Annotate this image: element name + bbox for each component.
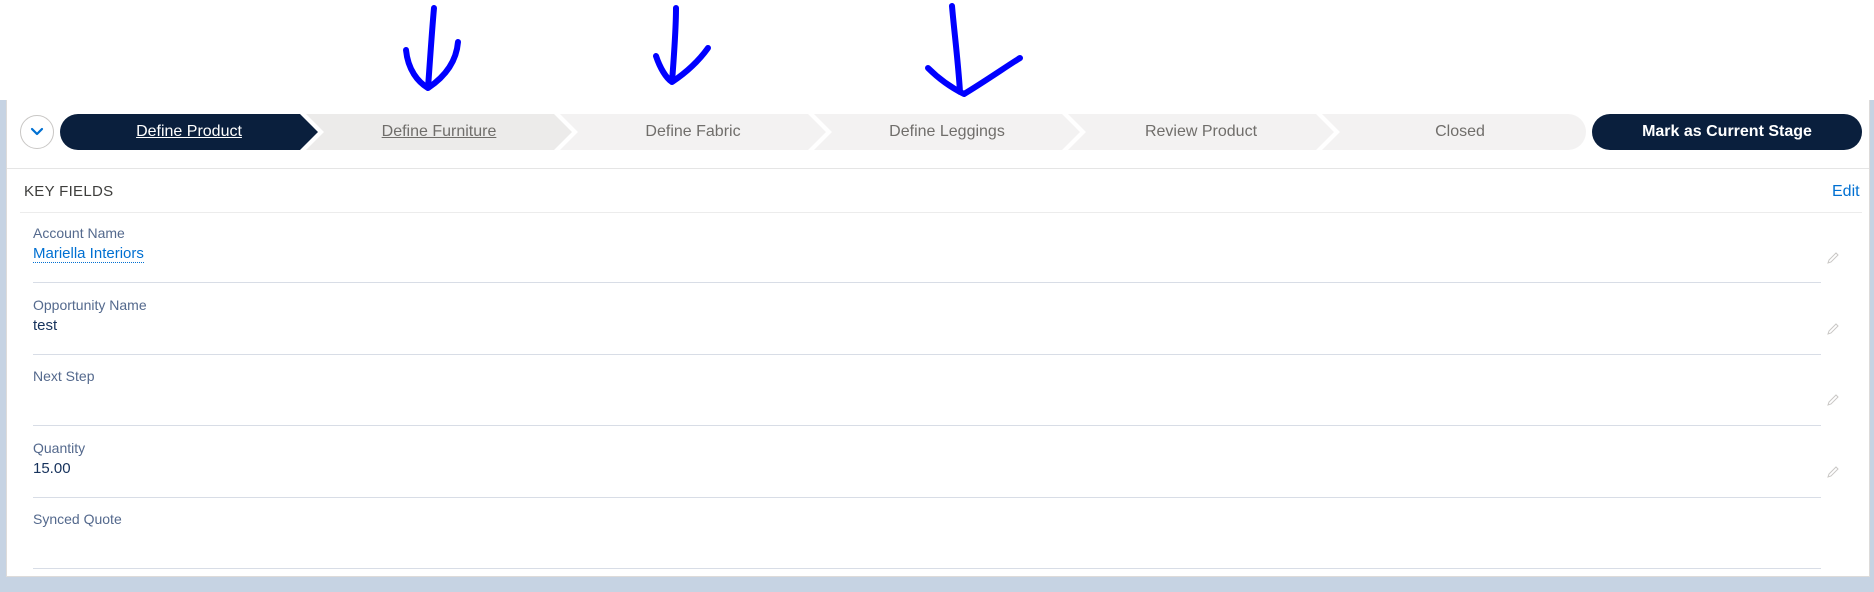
account-name-link[interactable]: Mariella Interiors: [33, 245, 144, 263]
field-underline: [33, 282, 1821, 283]
mark-as-current-stage-button[interactable]: Mark as Current Stage: [1592, 114, 1862, 150]
field-underline: [33, 354, 1821, 355]
field-account-name: Account Name Mariella Interiors: [33, 225, 1821, 283]
stage-label-define-furniture[interactable]: Define Furniture: [324, 114, 554, 150]
field-underline: [33, 568, 1821, 569]
field-underline: [33, 425, 1821, 426]
path-divider: [7, 168, 1869, 169]
field-value: 15.00: [33, 460, 71, 477]
stage-label-review-product[interactable]: Review Product: [1086, 114, 1316, 150]
field-label: Synced Quote: [33, 511, 122, 527]
edit-link[interactable]: Edit: [1832, 183, 1860, 201]
section-rule: [20, 212, 1862, 213]
pencil-icon[interactable]: [1826, 251, 1840, 265]
pencil-icon[interactable]: [1826, 393, 1840, 407]
stage-label-closed[interactable]: Closed: [1340, 114, 1580, 150]
key-fields-title: KEY FIELDS: [24, 183, 114, 200]
field-value: test: [33, 317, 58, 334]
path-toggle-button[interactable]: [20, 115, 54, 149]
pencil-icon[interactable]: [1826, 465, 1840, 479]
field-label: Next Step: [33, 368, 95, 384]
stage-label-define-fabric[interactable]: Define Fabric: [578, 114, 808, 150]
stage-label-define-leggings[interactable]: Define Leggings: [832, 114, 1062, 150]
field-quantity: Quantity 15.00: [33, 440, 1821, 498]
field-next-step: Next Step: [33, 368, 1821, 426]
field-label: Quantity: [33, 440, 86, 456]
path-bar: [60, 114, 1586, 150]
field-underline: [33, 497, 1821, 498]
field-label: Account Name: [33, 225, 125, 241]
field-label: Opportunity Name: [33, 297, 147, 313]
pencil-icon[interactable]: [1826, 322, 1840, 336]
field-opportunity-name: Opportunity Name test: [33, 297, 1821, 355]
chevron-down-icon: [30, 127, 44, 136]
screen: Define Product Define Furniture Define F…: [0, 0, 1874, 592]
stage-label-define-product[interactable]: Define Product: [78, 114, 300, 150]
field-synced-quote: Synced Quote: [33, 511, 1821, 569]
